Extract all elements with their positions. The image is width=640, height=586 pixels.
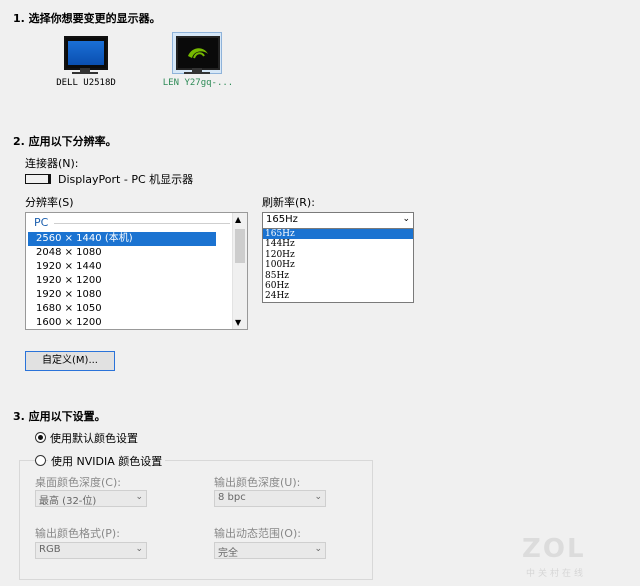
chevron-down-icon: ⌄ [314, 492, 322, 502]
resolution-scrollbar[interactable]: ▲ ▼ [232, 213, 247, 329]
scroll-up-icon[interactable]: ▲ [235, 215, 241, 224]
refresh-option[interactable]: 24Hz [263, 291, 413, 301]
output-range-label: 输出动态范围(O): [214, 527, 301, 540]
monitor-label: DELL U2518D [56, 78, 116, 88]
refresh-option[interactable]: 120Hz [263, 250, 413, 260]
displayport-icon [25, 174, 51, 184]
step3-title: 3. 应用以下设置。 [13, 410, 106, 423]
resolution-item[interactable]: 1920 × 1440 [28, 260, 102, 274]
output-range-select[interactable]: 完全 ⌄ [214, 542, 326, 559]
radio-default-color[interactable] [35, 432, 46, 443]
refresh-option[interactable]: 85Hz [263, 271, 413, 281]
scroll-down-icon[interactable]: ▼ [235, 318, 241, 327]
monitor-dell[interactable]: DELL U2518D [36, 36, 136, 106]
step2-title: 2. 应用以下分辨率。 [13, 135, 117, 148]
output-depth-label: 输出颜色深度(U): [214, 476, 301, 489]
monitor-label: LEN Y27gq-... [162, 78, 234, 88]
desktop-depth-label: 桌面颜色深度(C): [35, 476, 121, 489]
group-divider [54, 223, 230, 224]
refresh-label: 刷新率(R): [262, 196, 315, 209]
output-depth-value: 8 bpc [218, 492, 246, 503]
monitor-icon [64, 36, 108, 70]
zol-watermark-logo: ZOL [522, 534, 586, 564]
resolution-listbox[interactable]: PC 2560 × 1440 (本机) 2048 × 1080 1920 × 1… [25, 212, 248, 330]
chevron-down-icon: ⌄ [314, 544, 322, 554]
radio-default-color-label: 使用默认颜色设置 [50, 432, 138, 445]
zol-watermark-sub: 中关村在线 [526, 569, 587, 579]
resolution-item[interactable]: 2560 × 1440 (本机) [28, 232, 216, 246]
refresh-option[interactable]: 60Hz [263, 281, 413, 291]
monitor-icon [176, 36, 220, 70]
resolution-item[interactable]: 2048 × 1080 [28, 246, 102, 260]
resolution-item[interactable]: 1920 × 1200 [28, 274, 102, 288]
refresh-option[interactable]: 144Hz [263, 239, 413, 249]
resolution-item[interactable]: 1600 × 1200 [28, 316, 102, 329]
monitor-lenovo[interactable]: LEN Y27gq-... [148, 32, 248, 106]
refresh-option[interactable]: 100Hz [263, 260, 413, 270]
desktop-depth-select[interactable]: 最高 (32-位) ⌄ [35, 490, 147, 507]
resolution-label: 分辨率(S) [25, 196, 74, 209]
chevron-down-icon: ⌄ [135, 544, 143, 554]
output-format-select[interactable]: RGB ⌄ [35, 542, 147, 559]
desktop-depth-value: 最高 (32-位) [39, 496, 97, 507]
refresh-value: 165Hz [266, 214, 298, 225]
step1-title: 1. 选择你想要变更的显示器。 [13, 12, 161, 25]
connector-label: 连接器(N): [25, 157, 79, 170]
resolution-item[interactable]: 1680 × 1050 [28, 302, 102, 316]
resolution-group-header: PC [34, 216, 49, 229]
radio-nvidia-color-label: 使用 NVIDIA 颜色设置 [48, 453, 166, 469]
scroll-thumb[interactable] [235, 229, 245, 263]
output-range-value: 完全 [218, 548, 238, 559]
resolution-item[interactable]: 1920 × 1080 [28, 288, 102, 302]
output-format-label: 输出颜色格式(P): [35, 527, 120, 540]
output-format-value: RGB [39, 544, 61, 555]
refresh-dropdown-list[interactable]: 165Hz 144Hz 120Hz 100Hz 85Hz 60Hz 24Hz [262, 228, 414, 303]
nvidia-logo-icon [178, 38, 218, 68]
chevron-down-icon: ⌄ [135, 492, 143, 502]
radio-nvidia-color[interactable] [35, 455, 46, 466]
refresh-combobox[interactable]: 165Hz ⌄ [262, 212, 414, 229]
custom-resolution-button[interactable]: 自定义(M)... [25, 351, 115, 371]
chevron-down-icon: ⌄ [402, 214, 410, 224]
output-depth-select[interactable]: 8 bpc ⌄ [214, 490, 326, 507]
connector-value: DisplayPort - PC 机显示器 [58, 173, 194, 186]
refresh-option[interactable]: 165Hz [263, 229, 413, 240]
